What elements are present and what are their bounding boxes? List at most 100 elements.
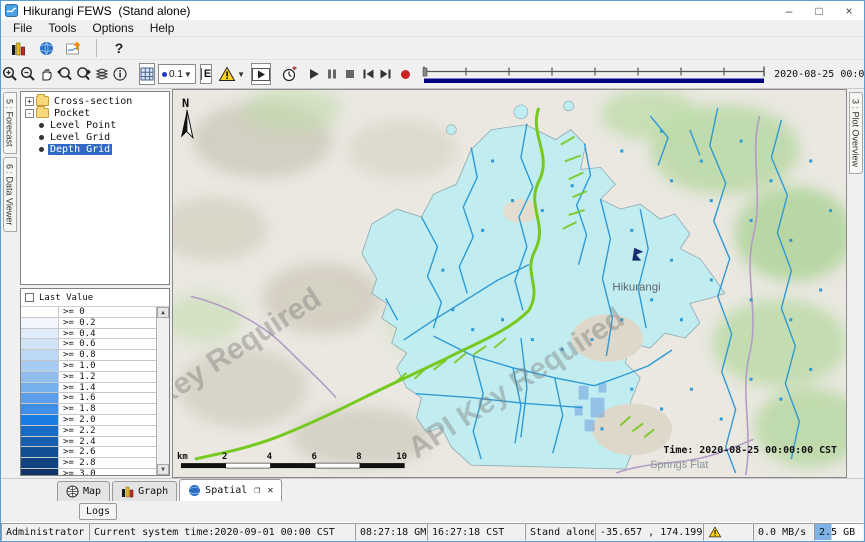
legend-label: >= 0.4	[59, 329, 96, 339]
legend-label: >= 1.4	[59, 383, 96, 393]
warning-icon	[218, 66, 236, 82]
globe-icon	[188, 484, 201, 497]
menu-help[interactable]: Help	[142, 20, 183, 36]
legend-label: >= 0.2	[59, 318, 96, 328]
status-alerts	[703, 523, 753, 541]
thresholds-dropdown[interactable]: ▼	[216, 64, 247, 84]
map-viewport[interactable]: API Key Required API Key Required N Hiku…	[172, 89, 847, 478]
menu-file[interactable]: File	[5, 20, 40, 36]
tab-graph[interactable]: Graph	[112, 481, 177, 501]
animation-button[interactable]	[251, 63, 271, 85]
time-settings-button[interactable]	[281, 63, 299, 85]
legend-header: Last Value	[21, 289, 169, 306]
globe-icon	[39, 41, 54, 56]
close-tab-icon[interactable]: ✕	[267, 485, 273, 496]
legend-panel: Last Value >= 0 >= 0.2	[20, 288, 170, 476]
svg-text:4: 4	[267, 452, 272, 462]
application-window: Hikurangi FEWS (Stand alone) – □ × File …	[0, 0, 865, 542]
tab-logs[interactable]: Logs	[79, 503, 117, 520]
step-start-button[interactable]	[361, 63, 376, 85]
legend-label: >= 1.8	[59, 404, 96, 414]
scroll-down-icon[interactable]: ▼	[157, 464, 169, 475]
maximize-button[interactable]: □	[804, 1, 834, 20]
info-button[interactable]	[111, 63, 129, 85]
timeline-datetime: 2020-08-25 00:00:00 CST	[774, 69, 865, 80]
minimize-button[interactable]: –	[774, 1, 804, 20]
last-value-checkbox[interactable]	[25, 293, 34, 302]
legend-swatch	[21, 318, 59, 328]
play-button[interactable]	[307, 63, 321, 85]
legend-swatch	[21, 393, 59, 403]
timeline-handle[interactable]	[423, 68, 427, 76]
grid-display-button[interactable]	[139, 63, 155, 85]
menu-options[interactable]: Options	[84, 20, 141, 36]
tree-item-cross-section[interactable]: + Cross-section	[25, 95, 169, 107]
stop-button[interactable]	[343, 63, 357, 85]
zoom-next-icon	[75, 66, 92, 82]
wire-globe-icon	[66, 485, 79, 498]
legend-label: >= 2.4	[59, 437, 96, 447]
legend-swatch	[21, 458, 59, 468]
zoom-in-button[interactable]	[1, 63, 19, 85]
tab-plot-overview[interactable]: 3 : Plot Overview	[849, 92, 863, 174]
legend-swatch	[21, 383, 59, 393]
layers-icon	[94, 66, 110, 82]
legend-row: >= 2.6	[21, 447, 156, 458]
tab-spatial[interactable]: Spatial ❐ ✕	[179, 479, 282, 501]
tree-item-level-point[interactable]: Level Point	[25, 119, 169, 131]
legend-scrollbar[interactable]: ▲ ▼	[156, 307, 169, 475]
value-threshold-dropdown[interactable]: 0.1 ▼	[158, 64, 196, 84]
legend-label: >= 3.0	[59, 469, 96, 475]
bottom-tab-bar: Map Graph Spatial ❐ ✕	[1, 478, 864, 501]
legend-swatch	[21, 469, 59, 475]
legend-label: >= 0.8	[59, 350, 96, 360]
label-springs-flat: Springs Flat	[650, 459, 708, 471]
scroll-up-icon[interactable]: ▲	[157, 307, 169, 318]
layers-button[interactable]	[93, 63, 111, 85]
tree-item-label: Depth Grid	[48, 144, 112, 155]
step-end-button[interactable]	[378, 63, 393, 85]
legend-row: >= 1.8	[21, 404, 156, 415]
archive-button[interactable]	[7, 37, 29, 59]
timeline-slider[interactable]	[420, 64, 768, 84]
tree-item-level-grid[interactable]: Level Grid	[25, 131, 169, 143]
right-tab-strip: 3 : Plot Overview	[847, 89, 864, 478]
legend-list: >= 0 >= 0.2 >= 0.4	[21, 307, 156, 475]
undock-icon[interactable]: ❐	[254, 485, 260, 496]
tree-item-pocket[interactable]: - Pocket	[25, 107, 169, 119]
legend-swatch	[21, 447, 59, 457]
close-button[interactable]: ×	[834, 1, 864, 20]
tab-map[interactable]: Map	[57, 481, 110, 501]
legend-row: >= 2.8	[21, 458, 156, 469]
legend-label: >= 1.0	[59, 361, 96, 371]
spatial-display-button[interactable]	[63, 37, 85, 59]
zoom-next-button[interactable]	[74, 63, 93, 85]
tab-forecast[interactable]: 5 : Forecast	[3, 92, 17, 154]
zoom-in-icon	[2, 66, 18, 82]
skip-end-icon	[379, 68, 392, 80]
tree-item-depth-grid[interactable]: Depth Grid	[25, 143, 169, 155]
legend-label: >= 1.2	[59, 372, 96, 382]
legend-label: >= 2.6	[59, 447, 96, 457]
dot-icon	[162, 72, 167, 77]
menu-tools[interactable]: Tools	[40, 20, 84, 36]
status-mode: Stand alone	[525, 523, 595, 541]
legend-row: >= 2.0	[21, 415, 156, 426]
expand-icon[interactable]: +	[25, 97, 34, 106]
status-coordinates: -35.657 , 174.199	[595, 523, 703, 541]
help-button[interactable]: ?	[108, 37, 130, 59]
map-display-button[interactable]	[35, 37, 57, 59]
pause-button[interactable]	[325, 63, 339, 85]
legend-row: >= 2.4	[21, 437, 156, 448]
record-button[interactable]	[399, 63, 412, 85]
collapse-icon[interactable]: -	[25, 109, 34, 118]
pan-button[interactable]	[37, 63, 55, 85]
bullet-icon	[39, 135, 44, 140]
movie-play-icon	[252, 68, 270, 81]
zoom-previous-button[interactable]	[55, 63, 74, 85]
tab-data-viewer[interactable]: 6 : Data Viewer	[3, 157, 17, 232]
zoom-out-button[interactable]	[19, 63, 37, 85]
legend-row: >= 0.6	[21, 339, 156, 350]
hand-icon	[38, 66, 54, 82]
labels-toggle-button[interactable]: E	[200, 64, 212, 84]
